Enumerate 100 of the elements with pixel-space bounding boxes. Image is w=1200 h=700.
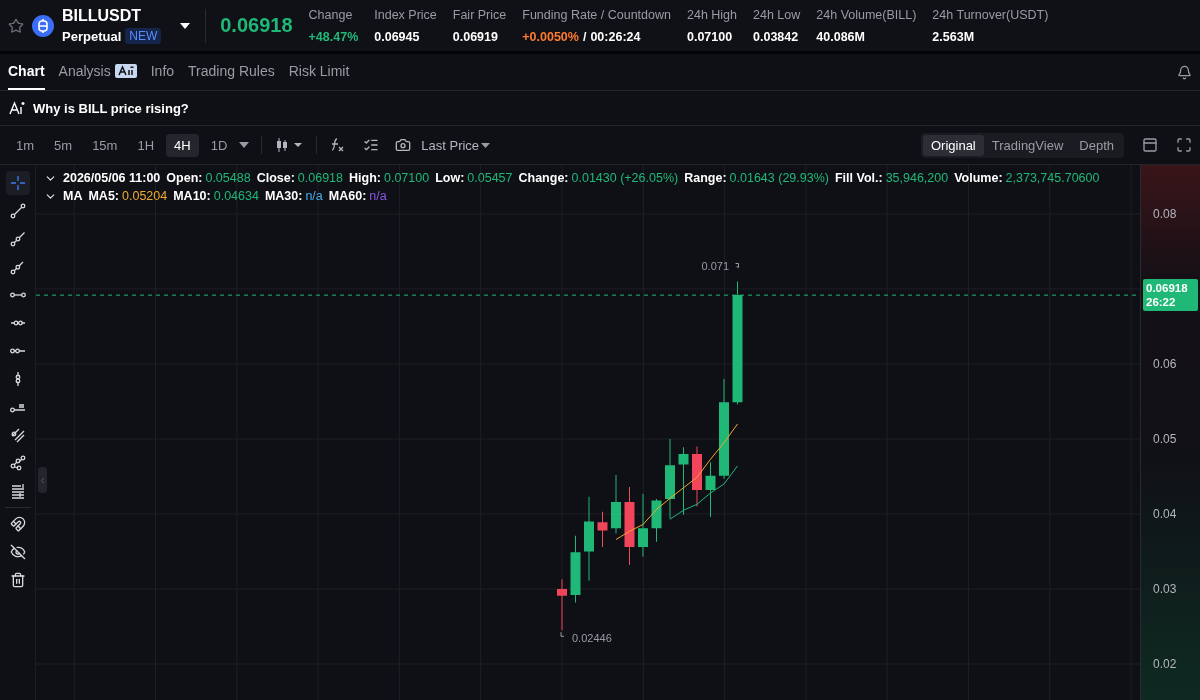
legend-label: MA10:	[173, 189, 211, 203]
interval-button[interactable]: 1D	[202, 133, 236, 157]
legend-value: 2,373,745.70600	[1005, 171, 1100, 185]
caret-icon[interactable]	[239, 142, 250, 148]
eye-off-icon	[9, 544, 26, 560]
legend-value: 0.06918	[297, 171, 343, 185]
collapse-handle[interactable]	[38, 467, 47, 493]
legend-label: Range:	[684, 171, 727, 185]
banner-link[interactable]: Why is BILL price rising?	[33, 100, 189, 116]
stat-label: Fair Price	[452, 7, 507, 22]
stat-value: 00:26:24	[590, 29, 641, 44]
template-icon[interactable]	[363, 137, 380, 153]
legend-label: Close:	[256, 171, 295, 185]
candle	[597, 511, 608, 548]
stat-value: 2.563M	[932, 29, 975, 44]
trash-icon	[9, 572, 26, 588]
candle	[651, 498, 662, 543]
coin-logo-icon	[32, 14, 54, 37]
legend-label: High:	[349, 171, 381, 185]
dropdown-caret-icon[interactable]	[179, 21, 192, 30]
axis-label: 0.08	[1153, 207, 1177, 221]
candle	[692, 446, 702, 507]
extended-line-icon	[9, 259, 26, 275]
stat-value: 40.086M	[816, 29, 865, 44]
tab[interactable]: Risk Limit	[288, 54, 350, 90]
legend-label: Change:	[518, 171, 569, 185]
contract-type: Perpetual	[62, 28, 122, 44]
candle	[638, 493, 648, 558]
legend-value: 0.05204	[122, 189, 168, 203]
legend-value: 35,946,200	[885, 171, 949, 185]
view-tab[interactable]: TradingView	[983, 134, 1072, 156]
stat-label: 24h Volume(BILL)	[816, 7, 917, 22]
view-tab[interactable]: Depth	[1071, 134, 1122, 156]
favorite-star-icon[interactable]	[8, 17, 24, 34]
stat-label: 24h High	[687, 7, 738, 22]
high-annotation: 0.071	[701, 259, 730, 272]
candle	[678, 446, 689, 516]
stat-value: 0.06945	[374, 29, 420, 44]
candle-type-icon[interactable]	[274, 137, 305, 153]
tab[interactable]: Analysis	[58, 54, 137, 90]
stat-value: 0.03842	[753, 29, 799, 44]
legend-label: Open:	[166, 171, 203, 185]
interval-button[interactable]: 4H	[166, 133, 199, 157]
legend-label: MA5:	[88, 189, 119, 203]
magnet-icon	[9, 516, 26, 532]
camera-icon[interactable]	[395, 137, 412, 153]
pattern-icon	[9, 455, 26, 471]
axis-label: 0.05	[1153, 432, 1177, 446]
axis-label: 0.02	[1153, 657, 1177, 671]
axis-label: 0.03	[1153, 582, 1177, 596]
layout-icon[interactable]	[1142, 137, 1158, 153]
fullscreen-icon[interactable]	[1176, 137, 1192, 153]
legend-value: 0.01430 (+26.05%)	[571, 171, 679, 185]
axis-label: 0.04	[1153, 507, 1177, 521]
stat-label: Funding Rate / Countdown	[522, 7, 671, 22]
legend-value: n/a	[369, 189, 387, 203]
new-badge: NEW	[125, 28, 162, 44]
legend-label: MA60:	[328, 189, 367, 203]
stat-value: /	[582, 29, 587, 44]
legend-value: 0.01643 (29.93%)	[729, 171, 829, 185]
last-price: 0.06918	[220, 14, 293, 37]
legend-value: 0.07100	[383, 171, 430, 185]
low-annotation: 0.02446	[572, 632, 612, 645]
bell-icon[interactable]	[1177, 64, 1192, 80]
parallel-channel-icon	[9, 427, 26, 443]
stat-value: 0.07100	[687, 29, 733, 44]
stat-value: 0.06919	[452, 29, 498, 44]
legend-label: Fill Vol.:	[834, 171, 883, 185]
tag-countdown: 26:22	[1146, 296, 1177, 308]
ma10-line	[669, 465, 738, 520]
legend-label: Volume:	[954, 171, 1003, 185]
stat-label: Change	[308, 7, 354, 22]
stat-label: 24h Turnover(USDT)	[932, 7, 1049, 22]
candle	[705, 461, 716, 518]
stat-label: 24h Low	[753, 7, 801, 22]
stat-label: Index Price	[374, 7, 437, 22]
tab[interactable]: Chart	[8, 54, 45, 90]
legend-value: 0.04634	[213, 189, 259, 203]
tab[interactable]: Trading Rules	[188, 54, 275, 90]
interval-button[interactable]: 5m	[46, 133, 81, 157]
fib-levels-icon	[9, 483, 26, 499]
ray-line-icon	[9, 231, 26, 247]
stat-value: +0.0050%	[522, 29, 579, 44]
crosshair-icon	[9, 175, 26, 191]
interval-button[interactable]: 15m	[84, 133, 126, 157]
legend-value: 0.05457	[467, 171, 513, 185]
view-tab[interactable]: Original	[922, 134, 984, 156]
candle	[570, 535, 581, 603]
candle	[557, 578, 567, 631]
interval-button[interactable]: 1H	[129, 133, 163, 157]
legend-value: n/a	[305, 189, 323, 203]
interval-button[interactable]: 1m	[8, 133, 43, 157]
legend-label: MA30:	[264, 189, 303, 203]
axis-label: 0.06	[1153, 357, 1177, 371]
tag-price: 0.06918	[1146, 282, 1189, 294]
tab[interactable]: Info	[150, 54, 175, 90]
price-type-dropdown[interactable]: Last Price	[421, 137, 491, 153]
ai-spark-icon	[9, 101, 25, 115]
caret-icon	[481, 142, 491, 148]
legend-label: Low:	[435, 171, 465, 185]
